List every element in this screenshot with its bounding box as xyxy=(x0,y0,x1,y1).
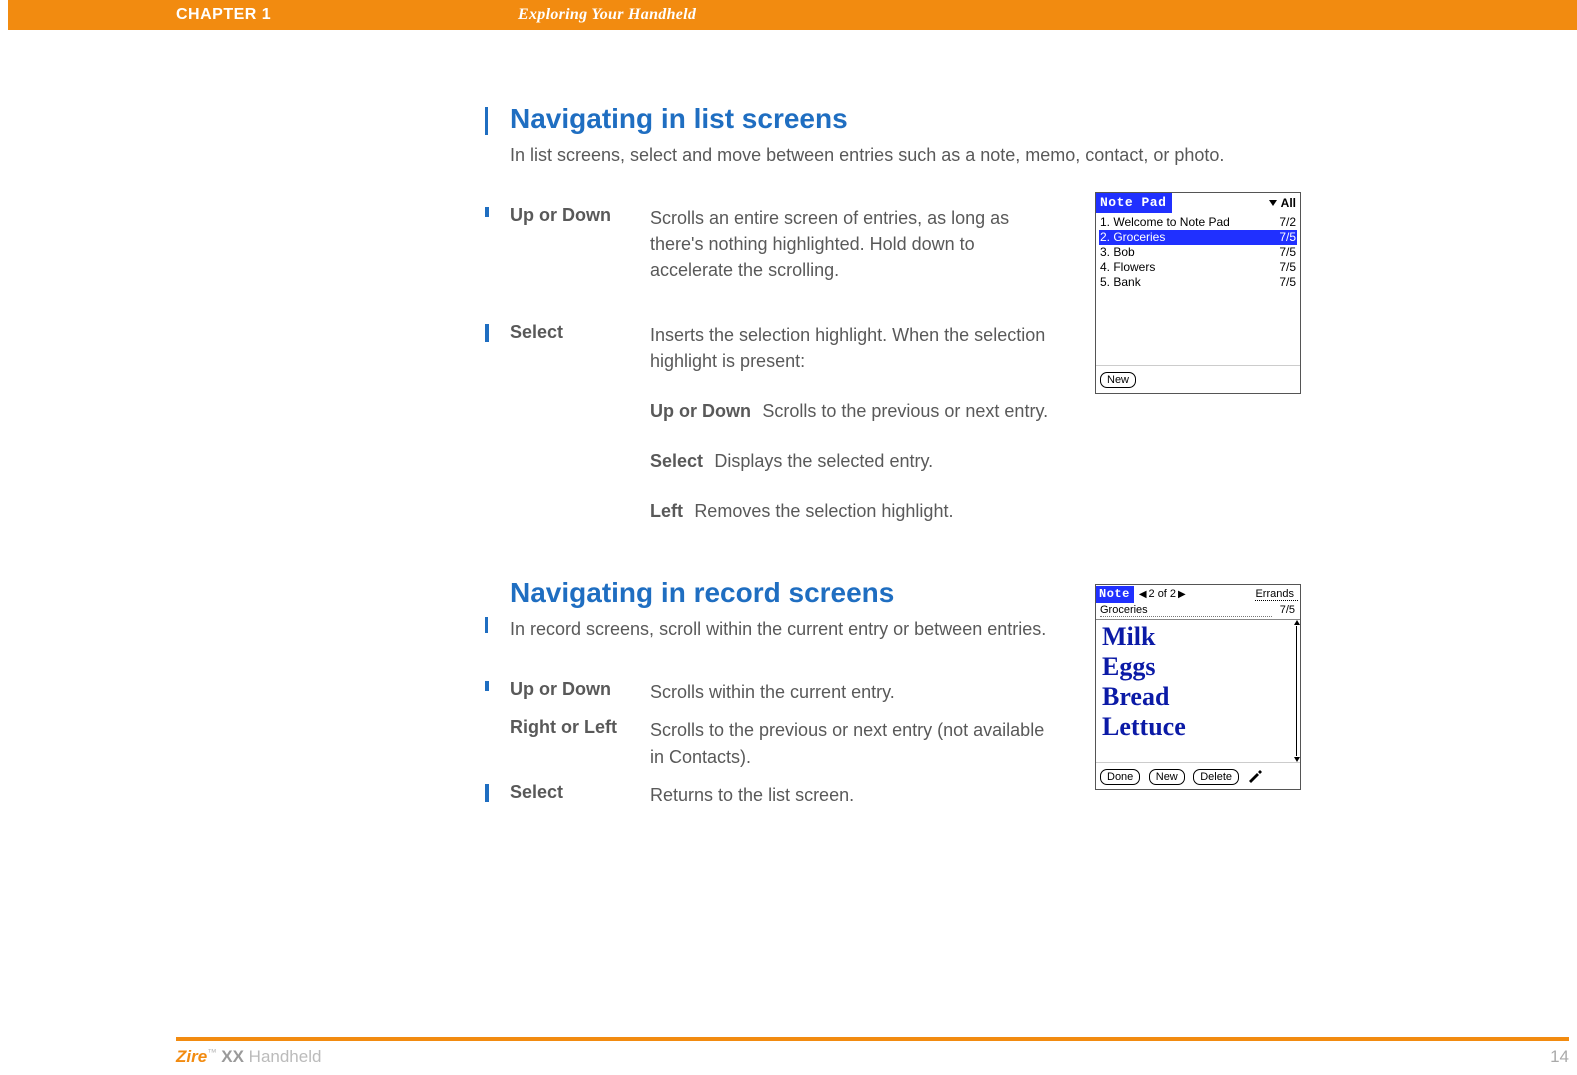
note-page-nav[interactable]: ◀ 2 of 2 ▶ xyxy=(1134,588,1191,600)
notepad-category-label: All xyxy=(1281,196,1296,210)
notepad-row-title: 4. Flowers xyxy=(1100,260,1155,275)
sub-up-or-down: Up or Down Scrolls to the previous or ne… xyxy=(650,398,1060,424)
note-new-button[interactable]: New xyxy=(1149,769,1185,785)
brand-rest: Handheld xyxy=(244,1047,322,1066)
notepad-row[interactable]: 4. Flowers 7/5 xyxy=(1099,260,1297,275)
notepad-row[interactable]: 1. Welcome to Note Pad 7/2 xyxy=(1099,215,1297,230)
notepad-list[interactable]: 1. Welcome to Note Pad 7/2 2. Groceries 7/5… xyxy=(1096,213,1300,365)
section-list-intro: In list screens, select and move between… xyxy=(510,143,1300,167)
notepad-row[interactable]: 3. Bob 7/5 xyxy=(1099,245,1297,260)
notepad-row-title: 3. Bob xyxy=(1100,245,1135,260)
bullet-marker xyxy=(485,324,489,342)
sub-desc-select: Displays the selected entry. xyxy=(714,451,933,471)
brand-zire: Zire xyxy=(176,1047,207,1066)
note-page-indicator: 2 of 2 xyxy=(1149,588,1177,600)
handwriting-line: Lettuce xyxy=(1102,712,1294,742)
brand-tm: ™ xyxy=(207,1047,216,1057)
heading-accent-bar xyxy=(485,617,488,633)
notepad-row-date: 7/2 xyxy=(1279,215,1296,230)
pen-icon[interactable] xyxy=(1247,769,1263,783)
handwriting-line: Eggs xyxy=(1102,652,1294,682)
section-list-title: Navigating in list screens xyxy=(510,105,1300,133)
chapter-label: CHAPTER 1 xyxy=(176,6,271,24)
header-bar: CHAPTER 1 Exploring Your Handheld xyxy=(8,0,1577,30)
desc-up-or-down: Scrolls an entire screen of entries, as … xyxy=(650,205,1060,283)
note-category-picker[interactable]: Errands xyxy=(1255,588,1298,601)
notepad-row-date: 7/5 xyxy=(1279,275,1296,290)
brand-model: XX xyxy=(217,1047,244,1066)
page-footer: Zire™ XX Handheld 14 xyxy=(8,1037,1569,1075)
notepad-row-date: 7/5 xyxy=(1279,260,1296,275)
header-page-title: Exploring Your Handheld xyxy=(518,6,696,24)
bullet-marker xyxy=(485,784,489,802)
note-delete-button[interactable]: Delete xyxy=(1193,769,1239,785)
dropdown-icon xyxy=(1269,200,1277,206)
term-select: Select xyxy=(510,322,650,343)
figure-notepad-list: Note Pad All 1. Welcome to Note Pad7/22.… xyxy=(1095,192,1305,394)
desc-record-up-down: Scrolls within the current entry. xyxy=(650,679,1060,705)
desc-select: Inserts the selection highlight. When th… xyxy=(650,322,1060,374)
sub-desc-left: Removes the selection highlight. xyxy=(694,501,953,521)
note-done-button[interactable]: Done xyxy=(1100,769,1140,785)
notepad-row[interactable]: 5. Bank 7/5 xyxy=(1099,275,1297,290)
section-list-heading: Navigating in list screens In list scree… xyxy=(510,105,1300,167)
handwriting-line: Milk xyxy=(1102,622,1294,652)
footer-brand: Zire™ XX Handheld xyxy=(176,1047,321,1067)
sub-term-select: Select xyxy=(650,451,709,471)
sub-term-up-or-down: Up or Down xyxy=(650,401,757,421)
notepad-row[interactable]: 2. Groceries 7/5 xyxy=(1099,230,1297,245)
note-scrollbar[interactable] xyxy=(1294,620,1300,762)
bullet-marker xyxy=(485,207,489,217)
notepad-row-title: 5. Bank xyxy=(1100,275,1141,290)
desc-record-select: Returns to the list screen. xyxy=(650,782,1060,808)
sub-term-left: Left xyxy=(650,501,689,521)
notepad-app-title: Note Pad xyxy=(1096,193,1172,213)
notepad-new-button[interactable]: New xyxy=(1100,372,1136,388)
note-app-title: Note xyxy=(1096,586,1134,603)
handwriting-line: Bread xyxy=(1102,682,1294,712)
notepad-row-date: 7/5 xyxy=(1279,245,1296,260)
notepad-category-picker[interactable]: All xyxy=(1269,196,1300,210)
note-body[interactable]: MilkEggsBreadLettuce xyxy=(1096,619,1300,763)
notepad-row-title: 1. Welcome to Note Pad xyxy=(1100,215,1230,230)
note-date: 7/5 xyxy=(1280,604,1295,617)
desc-record-right-left: Scrolls to the previous or next entry (n… xyxy=(650,717,1060,769)
next-icon[interactable]: ▶ xyxy=(1176,589,1188,600)
term-record-right-left: Right or Left xyxy=(510,717,650,738)
note-entry-title[interactable]: Groceries xyxy=(1100,604,1272,617)
term-record-up-down: Up or Down xyxy=(510,679,650,700)
term-record-select: Select xyxy=(510,782,650,803)
sub-desc-up-or-down: Scrolls to the previous or next entry. xyxy=(762,401,1048,421)
bullet-marker xyxy=(485,681,489,691)
page-number: 14 xyxy=(1550,1047,1569,1067)
footer-rule xyxy=(176,1037,1569,1041)
prev-icon[interactable]: ◀ xyxy=(1137,589,1149,600)
sub-select: Select Displays the selected entry. xyxy=(650,448,1060,474)
sub-left: Left Removes the selection highlight. xyxy=(650,498,1060,524)
notepad-row-title: 2. Groceries xyxy=(1100,230,1165,245)
figure-note-record: Note ◀ 2 of 2 ▶ Errands Groceries 7/5 Mi… xyxy=(1095,584,1305,790)
heading-accent-bar xyxy=(485,107,488,135)
term-up-or-down: Up or Down xyxy=(510,205,650,226)
notepad-row-date: 7/5 xyxy=(1279,230,1296,245)
